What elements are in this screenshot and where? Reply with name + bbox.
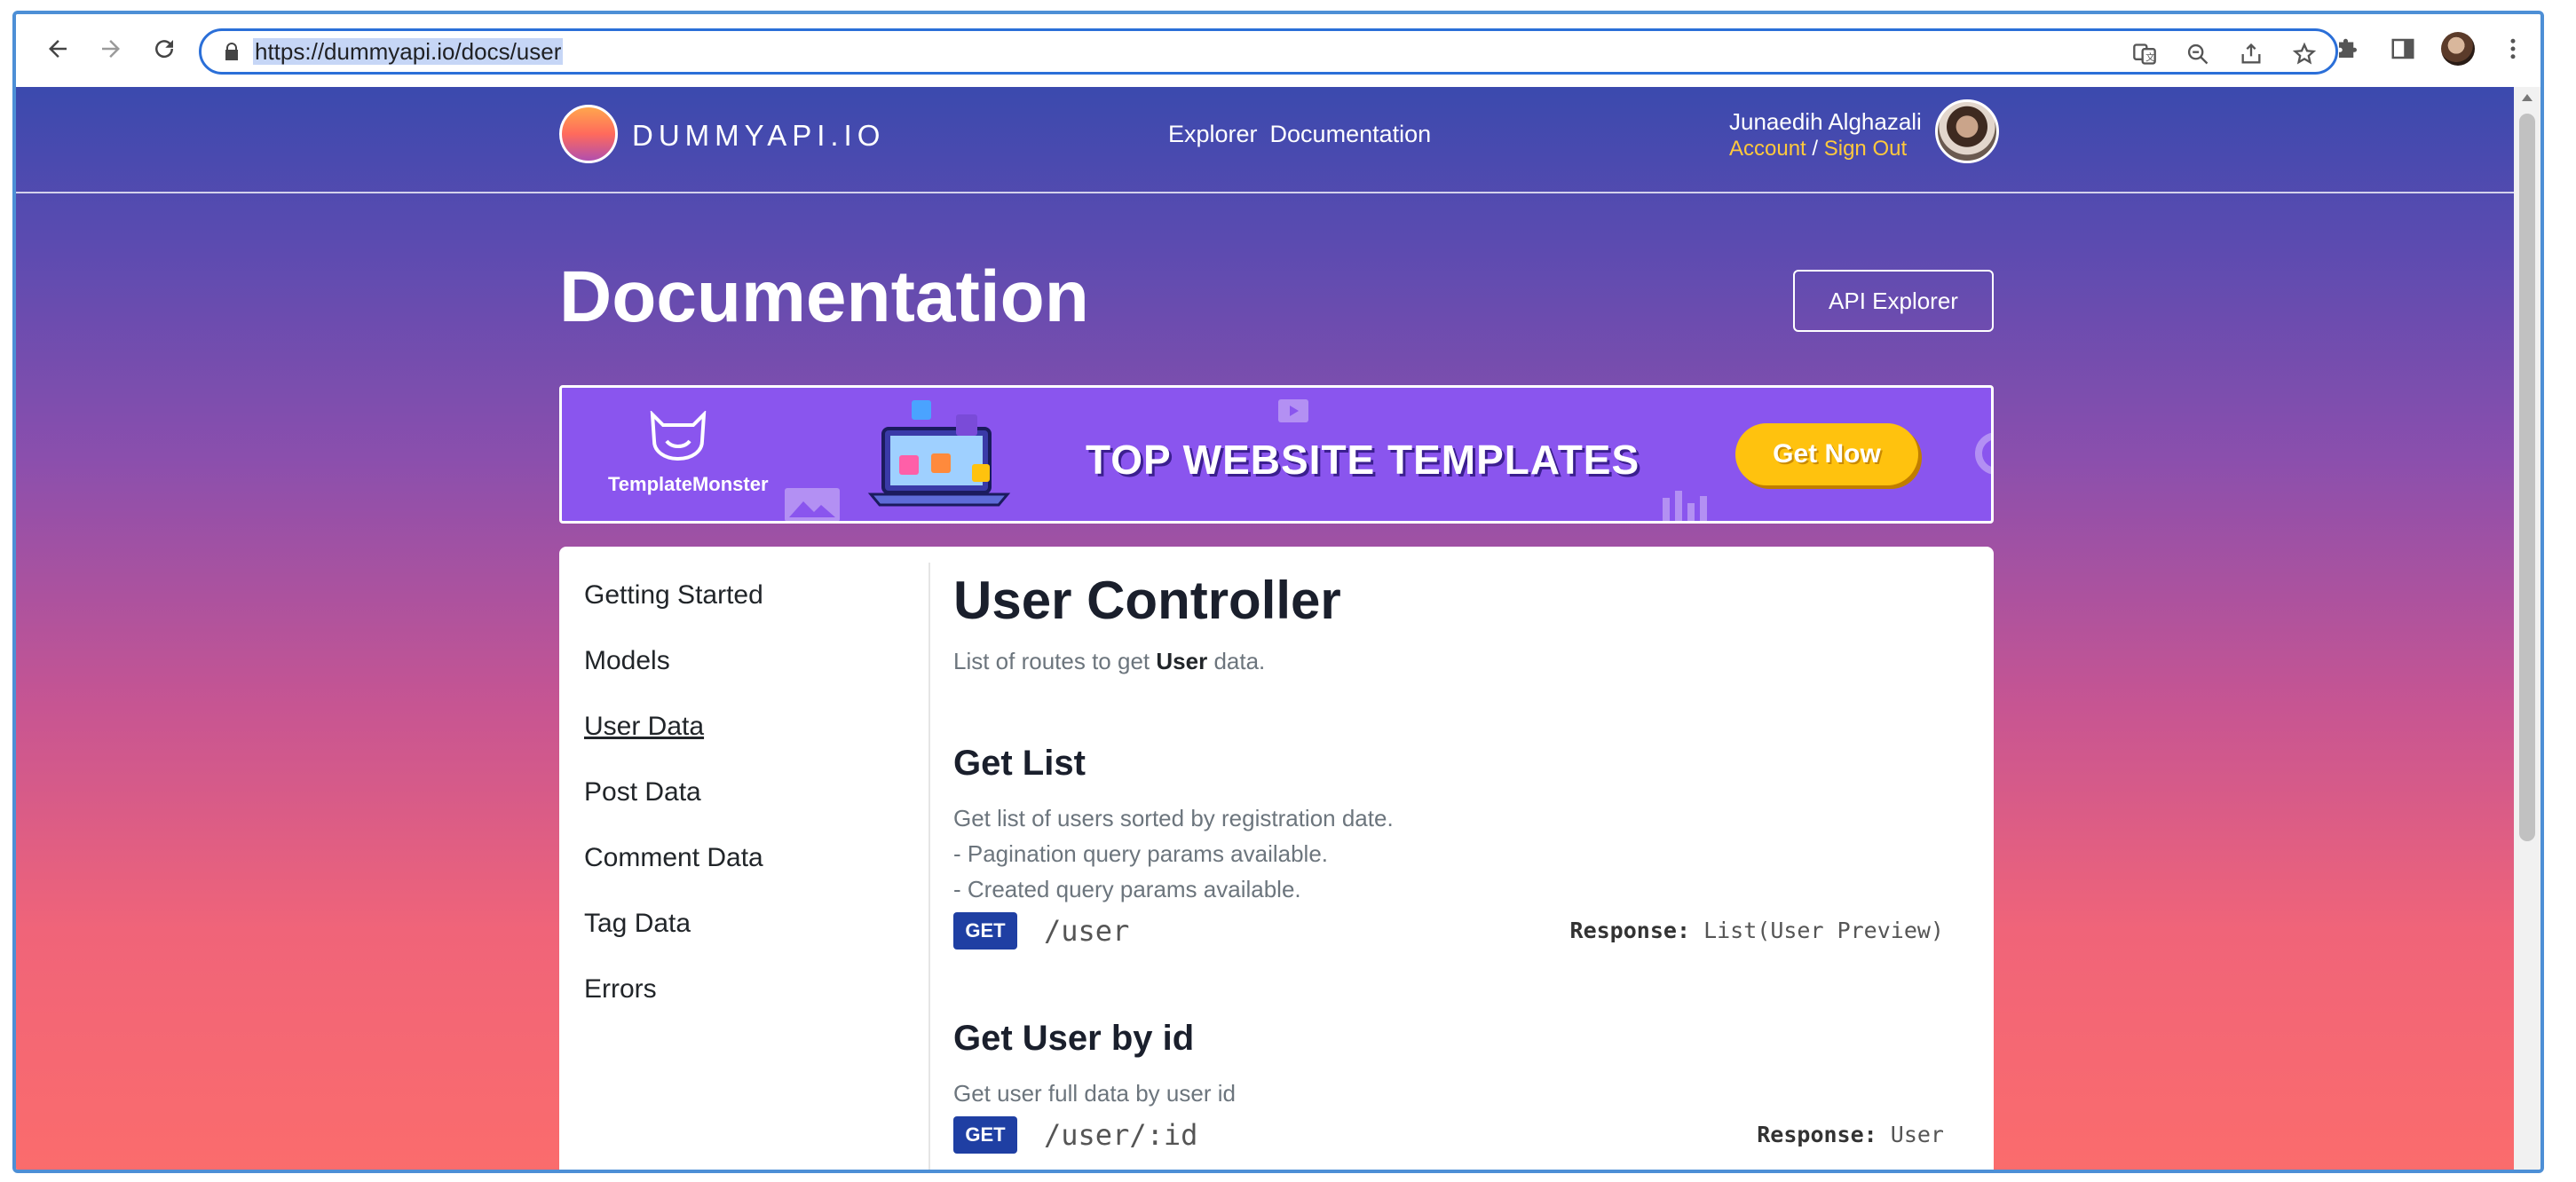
- endpoint-description-line: Get list of users sorted by registration…: [953, 805, 1394, 831]
- link-separator: /: [1812, 137, 1819, 161]
- back-icon[interactable]: [36, 27, 80, 71]
- get-now-button[interactable]: Get Now: [1735, 423, 1918, 485]
- site-header: DUMMYAPI.IO Explorer Documentation Junae…: [16, 87, 2533, 193]
- user-name: Junaedih Alghazali: [1729, 108, 1922, 135]
- endpoint-path: /user: [1044, 914, 1130, 948]
- endpoint-description-line: Get user full data by user id: [953, 1080, 1236, 1107]
- web-page: DUMMYAPI.IO Explorer Documentation Junae…: [16, 87, 2533, 1170]
- ad-banner[interactable]: TemplateMonster TOP WEBSITE TEMPLATES Ge…: [559, 385, 1994, 524]
- bar-chart-decoration-icon: [1663, 491, 1707, 521]
- share-icon[interactable]: [2234, 37, 2268, 71]
- banner-brand: TemplateMonster: [608, 473, 769, 495]
- section-subtitle: List of routes to get User data.: [953, 648, 1265, 675]
- more-menu-icon[interactable]: [2493, 28, 2533, 69]
- url-text[interactable]: https://dummyapi.io/docs/user: [253, 38, 564, 65]
- logo-text[interactable]: DUMMYAPI.IO: [632, 119, 885, 153]
- api-explorer-button[interactable]: API Explorer: [1793, 270, 1994, 332]
- method-badge: GET: [953, 1116, 1017, 1154]
- bookmark-star-icon[interactable]: [2288, 37, 2321, 71]
- side-panel-icon[interactable]: [2382, 28, 2423, 69]
- sidebar-item-comment-data[interactable]: Comment Data: [584, 843, 763, 873]
- endpoint-response: Response: User: [1757, 1122, 1944, 1147]
- scroll-up-icon[interactable]: [2522, 94, 2533, 101]
- response-value: List(User Preview): [1703, 918, 1944, 943]
- endpoint-description-line: - Created query params available.: [953, 876, 1301, 902]
- endpoint-response: Response: List(User Preview): [1570, 918, 1944, 943]
- templatemonster-logo-icon: [650, 411, 707, 461]
- user-links: Account / Sign Out: [1729, 137, 1907, 162]
- endpoint-heading: Get User by id: [953, 1019, 1195, 1058]
- lock-icon[interactable]: [221, 41, 242, 62]
- circle-decoration-icon: [1975, 432, 1991, 475]
- browser-window: https://dummyapi.io/docs/user 文 DUMMYAPI…: [12, 11, 2544, 1173]
- account-link[interactable]: Account: [1729, 137, 1806, 161]
- image-decoration-icon: [785, 488, 840, 521]
- page-title: Documentation: [559, 256, 1089, 337]
- response-label: Response:: [1757, 1122, 1877, 1147]
- response-value: User: [1890, 1122, 1944, 1147]
- subtitle-prefix: List of routes to get: [953, 648, 1150, 674]
- zoom-out-icon[interactable]: [2181, 37, 2215, 71]
- docs-content: User Controller List of routes to get Us…: [953, 547, 1974, 1170]
- endpoint-description: Get list of users sorted by registration…: [953, 800, 1394, 907]
- endpoint-heading: Get List: [953, 744, 1086, 783]
- page-scrollbar[interactable]: [2514, 87, 2540, 1170]
- sidebar-item-tag-data[interactable]: Tag Data: [584, 909, 691, 939]
- laptop-illustration-icon: [867, 400, 1011, 507]
- docs-card: Getting Started Models User Data Post Da…: [559, 547, 1994, 1170]
- nav-explorer-link[interactable]: Explorer: [1168, 121, 1258, 148]
- video-decoration-icon: [1278, 399, 1308, 422]
- subtitle-suffix: data.: [1213, 648, 1266, 674]
- subtitle-bold: User: [1156, 648, 1208, 674]
- browser-toolbar: https://dummyapi.io/docs/user 文: [16, 14, 2540, 88]
- sidebar-item-user-data[interactable]: User Data: [584, 712, 704, 742]
- sidebar-item-errors[interactable]: Errors: [584, 974, 657, 1005]
- banner-headline: TOP WEBSITE TEMPLATES: [1086, 437, 1640, 483]
- sign-out-link[interactable]: Sign Out: [1824, 137, 1907, 161]
- profile-avatar[interactable]: [2438, 28, 2478, 69]
- method-badge: GET: [953, 912, 1017, 950]
- sidebar-item-models[interactable]: Models: [584, 646, 670, 676]
- endpoint-path: /user/:id: [1044, 1118, 1198, 1152]
- forward-icon[interactable]: [89, 27, 133, 71]
- endpoint-description: Get user full data by user id: [953, 1076, 1236, 1111]
- section-title: User Controller: [953, 571, 1341, 630]
- sidebar-item-post-data[interactable]: Post Data: [584, 777, 701, 808]
- scrollbar-thumb[interactable]: [2519, 114, 2535, 841]
- user-avatar[interactable]: [1935, 99, 1999, 163]
- nav-documentation-link[interactable]: Documentation: [1270, 121, 1432, 148]
- logo-icon[interactable]: [559, 105, 618, 163]
- docs-sidebar: Getting Started Models User Data Post Da…: [559, 563, 930, 1170]
- sidebar-item-getting-started[interactable]: Getting Started: [584, 580, 763, 611]
- address-bar[interactable]: https://dummyapi.io/docs/user 文: [199, 28, 2338, 75]
- translate-icon[interactable]: 文: [2128, 37, 2161, 71]
- main-nav: Explorer Documentation: [1168, 121, 1431, 148]
- endpoint-description-line: - Pagination query params available.: [953, 840, 1329, 867]
- response-label: Response:: [1569, 918, 1690, 943]
- reload-icon[interactable]: [142, 27, 186, 71]
- extensions-puzzle-icon[interactable]: [2327, 28, 2368, 69]
- svg-text:文: 文: [2145, 51, 2155, 63]
